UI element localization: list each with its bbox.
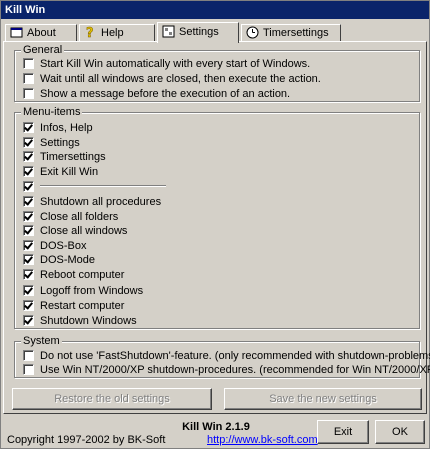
- checkbox[interactable]: [23, 122, 34, 133]
- menu-item-close-all-windows[interactable]: Close all windows: [23, 225, 127, 239]
- checkbox[interactable]: [23, 151, 34, 162]
- checkbox[interactable]: [23, 166, 34, 177]
- tab-settings[interactable]: Settings: [157, 22, 239, 43]
- menu-item-shutdown-windows[interactable]: Shutdown Windows: [23, 315, 137, 329]
- settings-icon: [162, 25, 175, 38]
- checkbox[interactable]: [23, 73, 34, 84]
- system-option-nt-shutdown[interactable]: Use Win NT/2000/XP shutdown-procedures. …: [23, 364, 430, 378]
- about-icon: [10, 26, 23, 39]
- svg-text:?: ?: [86, 26, 94, 39]
- tab-settings-label: Settings: [179, 26, 219, 38]
- menu-item-logoff-from-windows[interactable]: Logoff from Windows: [23, 285, 143, 299]
- menu-item-separator[interactable]: [23, 181, 166, 195]
- system-group: System Do not use 'FastShutdown'-feature…: [14, 334, 430, 378]
- ok-button[interactable]: OK: [375, 420, 425, 444]
- option-label: Use Win NT/2000/XP shutdown-procedures. …: [40, 364, 430, 376]
- checkbox[interactable]: [23, 211, 34, 222]
- general-group-title: General: [21, 43, 65, 57]
- tab-help-label: Help: [101, 27, 124, 39]
- tab-timersettings[interactable]: Timersettings: [241, 24, 341, 41]
- copyright-text: Copyright 1997-2002 by BK-Soft: [7, 434, 166, 446]
- menu-item-label: Shutdown all procedures: [40, 196, 162, 208]
- checkbox[interactable]: [23, 315, 34, 326]
- checkbox[interactable]: [23, 240, 34, 251]
- menu-item-label: Close all folders: [40, 211, 119, 223]
- menu-item-infos-help[interactable]: Infos, Help: [23, 122, 93, 136]
- option-label: Start Kill Win automatically with every …: [40, 58, 311, 70]
- menu-item-label: Shutdown Windows: [40, 315, 137, 327]
- menu-items-group-title: Menu-items: [21, 105, 83, 119]
- menu-item-label: Infos, Help: [40, 122, 93, 134]
- menu-item-restart-computer[interactable]: Restart computer: [23, 300, 124, 314]
- menu-item-label: Close all windows: [40, 225, 128, 237]
- help-icon: ?: [84, 25, 97, 42]
- menu-item-label: DOS-Mode: [40, 254, 96, 266]
- menu-item-reboot-computer[interactable]: Reboot computer: [23, 269, 124, 283]
- menu-item-close-all-folders[interactable]: Close all folders: [23, 211, 118, 225]
- system-group-title: System: [21, 334, 62, 348]
- tab-help[interactable]: ? Help: [79, 24, 155, 41]
- website-link[interactable]: http://www.bk-soft.com: [207, 434, 318, 446]
- menu-item-shutdown-all-procedures[interactable]: Shutdown all procedures: [23, 196, 161, 210]
- checkbox[interactable]: [23, 254, 34, 265]
- menu-item-label: Settings: [40, 137, 80, 149]
- menu-item-dos-box[interactable]: DOS-Box: [23, 240, 86, 254]
- tab-timersettings-label: Timersettings: [263, 27, 329, 39]
- tab-about-label: About: [27, 27, 56, 39]
- checkbox[interactable]: [23, 300, 34, 311]
- option-label: Show a message before the execution of a…: [40, 88, 291, 100]
- menu-item-label: Reboot computer: [40, 269, 125, 281]
- menu-item-label: DOS-Box: [40, 240, 87, 252]
- menu-item-label: Exit Kill Win: [40, 166, 99, 178]
- menu-item-settings[interactable]: Settings: [23, 137, 80, 151]
- checkbox[interactable]: [23, 181, 34, 192]
- option-label: Wait until all windows are closed, then …: [40, 73, 321, 85]
- checkbox[interactable]: [23, 285, 34, 296]
- general-option-show-message[interactable]: Show a message before the execution of a…: [23, 88, 290, 102]
- checkbox[interactable]: [23, 350, 34, 361]
- checkbox[interactable]: [23, 364, 34, 375]
- menu-item-label: Timersettings: [40, 151, 106, 163]
- option-label: Do not use 'FastShutdown'-feature. (only…: [40, 350, 430, 362]
- menu-item-label: Logoff from Windows: [40, 285, 144, 297]
- tab-about[interactable]: About: [5, 24, 77, 41]
- general-option-autostart[interactable]: Start Kill Win automatically with every …: [23, 58, 310, 72]
- settings-panel: General Start Kill Win automatically wit…: [3, 41, 430, 414]
- save-settings-button[interactable]: Save the new settings: [224, 388, 422, 410]
- menu-items-group: Menu-items Infos, Help Settings Timersetti…: [14, 105, 420, 329]
- title-bar: Kill Win: [1, 1, 429, 19]
- clock-icon: [246, 26, 259, 39]
- kill-win-window: Kill Win About ? Help Settings Timersett…: [0, 0, 430, 449]
- general-option-wait-windows[interactable]: Wait until all windows are closed, then …: [23, 73, 321, 87]
- general-group: General Start Kill Win automatically wit…: [14, 43, 420, 102]
- menu-item-label: Restart computer: [40, 300, 125, 312]
- system-option-no-fastshutdown[interactable]: Do not use 'FastShutdown'-feature. (only…: [23, 350, 430, 364]
- menu-item-exit-kill-win[interactable]: Exit Kill Win: [23, 166, 98, 180]
- menu-item-dos-mode[interactable]: DOS-Mode: [23, 254, 95, 268]
- checkbox[interactable]: [23, 88, 34, 99]
- checkbox[interactable]: [23, 58, 34, 69]
- exit-button[interactable]: Exit: [317, 420, 369, 444]
- checkbox[interactable]: [23, 137, 34, 148]
- checkbox[interactable]: [23, 225, 34, 236]
- checkbox[interactable]: [23, 196, 34, 207]
- restore-settings-button[interactable]: Restore the old settings: [12, 388, 212, 410]
- separator-line: [40, 185, 166, 187]
- checkbox[interactable]: [23, 269, 34, 280]
- menu-item-timersettings[interactable]: Timersettings: [23, 151, 106, 165]
